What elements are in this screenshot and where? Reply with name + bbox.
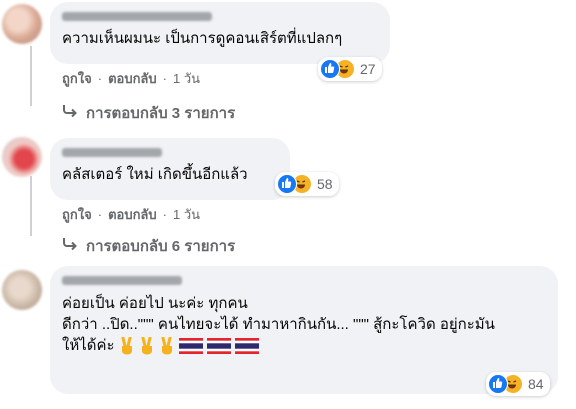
- reply-arrow-icon: [62, 104, 78, 122]
- like-reaction-icon: [277, 174, 297, 194]
- reply-link[interactable]: ตอบกลับ: [108, 204, 157, 225]
- comment-bubble: ความเห็นผมนะ เป็นการดูคอนเสิร์ตที่แปลกๆ: [50, 2, 390, 64]
- avatar[interactable]: [2, 137, 42, 177]
- emoji-row: [119, 337, 259, 355]
- victory-hand-emoji: [141, 337, 152, 355]
- comment-text: ค่อยเป็น ค่อยไป นะค่ะ ทุกคน ดีกว่า ..ปิด…: [62, 293, 546, 356]
- reaction-count: 58: [317, 176, 333, 192]
- reply-link[interactable]: ตอบกลับ: [108, 68, 157, 89]
- comment-text: ความเห็นผมนะ เป็นการดูคอนเสิร์ตที่แปลกๆ: [62, 30, 343, 47]
- like-reaction-icon: [320, 59, 340, 79]
- victory-hand-emoji: [121, 337, 132, 355]
- reaction-summary[interactable]: 58: [275, 172, 339, 196]
- commenter-name[interactable]: [62, 148, 162, 157]
- comment-bubble: คลัสเตอร์ ใหม่ เกิดขึ้นอีกแล้ว: [50, 138, 290, 200]
- like-link[interactable]: ถูกใจ: [62, 204, 92, 225]
- commenter-name[interactable]: [62, 12, 212, 21]
- thread-line: [30, 46, 32, 106]
- thailand-flag-emoji: [178, 338, 203, 355]
- view-replies-button[interactable]: การตอบกลับ 3 รายการ: [62, 101, 235, 125]
- view-replies-label: การตอบกลับ 3 รายการ: [86, 105, 236, 122]
- comment-text: คลัสเตอร์ ใหม่ เกิดขึ้นอีกแล้ว: [62, 166, 248, 183]
- like-link[interactable]: ถูกใจ: [62, 68, 92, 89]
- thailand-flag-emoji: [234, 338, 259, 355]
- view-replies-label: การตอบกลับ 6 รายการ: [86, 238, 236, 255]
- comment-time[interactable]: 1 วัน: [173, 204, 200, 225]
- reaction-summary[interactable]: 84: [486, 372, 550, 396]
- like-reaction-icon: [488, 374, 508, 394]
- comment-actions: ถูกใจ · ตอบกลับ · 1 วัน: [62, 68, 200, 89]
- view-replies-button[interactable]: การตอบกลับ 6 รายการ: [62, 234, 235, 258]
- separator: ·: [162, 207, 167, 222]
- comment-time[interactable]: 1 วัน: [173, 68, 200, 89]
- reaction-summary[interactable]: 27: [318, 57, 382, 81]
- avatar[interactable]: [2, 270, 42, 310]
- separator: ·: [97, 71, 103, 86]
- thailand-flag-emoji: [206, 338, 231, 355]
- reply-arrow-icon: [62, 237, 78, 255]
- comment-bubble: ค่อยเป็น ค่อยไป นะค่ะ ทุกคน ดีกว่า ..ปิด…: [50, 266, 558, 394]
- avatar[interactable]: [2, 4, 42, 44]
- reaction-count: 84: [528, 376, 544, 392]
- separator: ·: [97, 207, 103, 222]
- commenter-name[interactable]: [62, 276, 182, 285]
- separator: ·: [162, 71, 167, 86]
- thread-line: [30, 176, 32, 236]
- reaction-count: 27: [360, 61, 376, 77]
- comment-actions: ถูกใจ · ตอบกลับ · 1 วัน: [62, 204, 200, 225]
- victory-hand-emoji: [161, 337, 172, 355]
